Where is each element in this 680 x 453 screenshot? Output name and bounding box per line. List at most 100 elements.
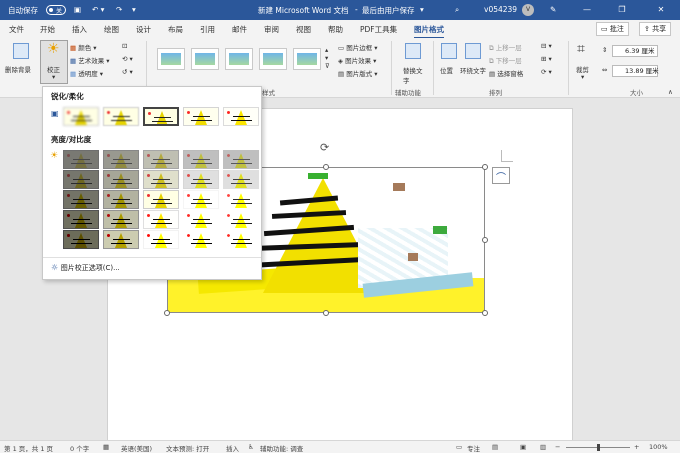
artistic-effects-button[interactable]: ▦ 艺术效果 ▾: [70, 55, 110, 65]
picture-layout-button[interactable]: ▤ 图片版式 ▾: [338, 68, 378, 78]
brightness-contrast-preset-thumbnail[interactable]: [223, 170, 259, 189]
comment-button[interactable]: ▭ 批注: [596, 22, 629, 36]
close-button[interactable]: ✕: [648, 0, 674, 20]
zoom-level[interactable]: 100%: [649, 443, 668, 451]
minimize-button[interactable]: —: [574, 0, 600, 20]
picture-style-2[interactable]: [191, 48, 219, 70]
picture-style-1[interactable]: [157, 48, 185, 70]
picture-corrections-options-link[interactable]: ☼ 图片校正选项(C)...: [51, 263, 120, 273]
user-name[interactable]: v054239: [484, 5, 517, 14]
alt-text-button[interactable]: 替换文字: [398, 41, 428, 85]
color-button[interactable]: ▦ 颜色 ▾: [70, 42, 97, 52]
corrections-button[interactable]: ☀ 校正 ▾: [40, 40, 68, 84]
send-backward-button[interactable]: ⧉ 下移一层: [489, 55, 522, 66]
share-button[interactable]: ⇪ 共享: [639, 22, 672, 36]
brightness-contrast-preset-thumbnail[interactable]: [63, 210, 99, 229]
sharpen-preset-thumbnail[interactable]: [183, 107, 219, 126]
brightness-contrast-preset-thumbnail[interactable]: [103, 150, 139, 169]
sharpen-preset-thumbnail[interactable]: [143, 107, 179, 126]
resize-handle[interactable]: [482, 164, 488, 170]
pen-icon[interactable]: ✎: [550, 5, 556, 14]
zoom-out-icon[interactable]: −: [555, 443, 560, 451]
brightness-contrast-preset-thumbnail[interactable]: [223, 150, 259, 169]
avatar[interactable]: V: [522, 4, 534, 16]
undo-icon[interactable]: ↶ ▾: [92, 5, 104, 14]
brightness-contrast-preset-thumbnail[interactable]: [143, 210, 179, 229]
brightness-contrast-preset-thumbnail[interactable]: [223, 190, 259, 209]
align-icon[interactable]: ⊟ ▾: [541, 42, 552, 50]
compress-pictures-icon[interactable]: ⊡: [122, 42, 127, 50]
accessibility-icon[interactable]: ♿: [248, 443, 254, 451]
save-status-chevron-icon[interactable]: ▾: [420, 5, 424, 14]
brightness-contrast-preset-thumbnail[interactable]: [143, 190, 179, 209]
collapse-ribbon-icon[interactable]: ∧: [668, 88, 673, 96]
picture-style-3[interactable]: [225, 48, 253, 70]
gallery-more-icon[interactable]: ▴ ▾ ⊽: [325, 46, 330, 70]
restore-button[interactable]: ❐: [609, 0, 635, 20]
width-input[interactable]: 13.89 厘米: [612, 65, 659, 77]
brightness-contrast-preset-thumbnail[interactable]: [63, 170, 99, 189]
brightness-contrast-preset-thumbnail[interactable]: [143, 150, 179, 169]
tab-layout[interactable]: 布局: [168, 24, 183, 35]
sharpen-preset-thumbnail[interactable]: [103, 107, 139, 126]
brightness-contrast-preset-thumbnail[interactable]: [223, 210, 259, 229]
resize-handle[interactable]: [323, 310, 329, 316]
zoom-in-icon[interactable]: +: [634, 443, 639, 451]
tab-file[interactable]: 文件: [9, 24, 24, 35]
rotate-icon[interactable]: ⟳ ▾: [541, 68, 552, 76]
read-mode-icon[interactable]: ▤: [492, 443, 498, 451]
tab-mailings[interactable]: 邮件: [232, 24, 247, 35]
brightness-contrast-preset-thumbnail[interactable]: [183, 190, 219, 209]
brightness-contrast-preset-thumbnail[interactable]: [63, 230, 99, 249]
crop-button[interactable]: ⌗ 裁剪 ▾: [572, 41, 596, 83]
bring-forward-button[interactable]: ⧉ 上移一层: [489, 42, 522, 53]
proofing-icon[interactable]: ▦: [103, 443, 109, 451]
height-input[interactable]: 6.39 厘米: [612, 45, 658, 57]
insert-mode[interactable]: 插入: [226, 443, 239, 453]
search-icon[interactable]: ⌕: [455, 5, 459, 15]
accessibility-status[interactable]: 辅助功能: 调查: [260, 443, 303, 453]
selection-pane-button[interactable]: ▤ 选择窗格: [489, 68, 523, 78]
brightness-contrast-preset-thumbnail[interactable]: [183, 210, 219, 229]
save-icon[interactable]: ▣: [74, 5, 81, 14]
page-count[interactable]: 第 1 页，共 1 页: [4, 443, 53, 453]
brightness-contrast-preset-thumbnail[interactable]: [183, 230, 219, 249]
picture-style-5[interactable]: [293, 48, 321, 70]
resize-handle[interactable]: [164, 310, 170, 316]
brightness-contrast-preset-thumbnail[interactable]: [103, 170, 139, 189]
web-layout-icon[interactable]: ▥: [540, 443, 546, 451]
resize-handle[interactable]: [482, 310, 488, 316]
print-layout-icon[interactable]: ▣: [520, 443, 526, 451]
tab-references[interactable]: 引用: [200, 24, 215, 35]
resize-handle[interactable]: [323, 164, 329, 170]
tab-pdf-tools[interactable]: PDF工具集: [360, 24, 397, 35]
tab-insert[interactable]: 插入: [72, 24, 87, 35]
brightness-contrast-preset-thumbnail[interactable]: [103, 230, 139, 249]
brightness-contrast-preset-thumbnail[interactable]: [223, 230, 259, 249]
brightness-contrast-preset-thumbnail[interactable]: [103, 210, 139, 229]
group-icon[interactable]: ⊞ ▾: [541, 55, 552, 63]
brightness-contrast-preset-thumbnail[interactable]: [183, 150, 219, 169]
picture-style-4[interactable]: [259, 48, 287, 70]
brightness-contrast-preset-thumbnail[interactable]: [143, 170, 179, 189]
text-prediction[interactable]: 文本预测: 打开: [166, 443, 209, 453]
transparency-button[interactable]: ▦ 透明度 ▾: [70, 68, 103, 78]
focus-icon[interactable]: ▭: [456, 443, 462, 451]
resize-handle[interactable]: [482, 237, 488, 243]
picture-border-button[interactable]: ▭ 图片边框 ▾: [338, 42, 378, 52]
tab-draw[interactable]: 绘图: [104, 24, 119, 35]
tab-view[interactable]: 视图: [296, 24, 311, 35]
tab-design[interactable]: 设计: [136, 24, 151, 35]
change-picture-icon[interactable]: ⟲ ▾: [122, 55, 133, 63]
language[interactable]: 英语(美国): [121, 443, 152, 453]
brightness-contrast-preset-thumbnail[interactable]: [103, 190, 139, 209]
sharpen-preset-thumbnail[interactable]: [223, 107, 259, 126]
brightness-contrast-preset-thumbnail[interactable]: [143, 230, 179, 249]
remove-background-button[interactable]: 删除背景: [4, 41, 38, 83]
position-button[interactable]: 位置: [438, 41, 460, 83]
tab-picture-format[interactable]: 图片格式: [414, 24, 444, 39]
customize-qat-icon[interactable]: ▾: [132, 5, 136, 14]
rotate-handle-icon[interactable]: ⟳: [320, 141, 329, 154]
zoom-slider-thumb[interactable]: [597, 444, 600, 451]
sharpen-preset-thumbnail[interactable]: [63, 107, 99, 126]
